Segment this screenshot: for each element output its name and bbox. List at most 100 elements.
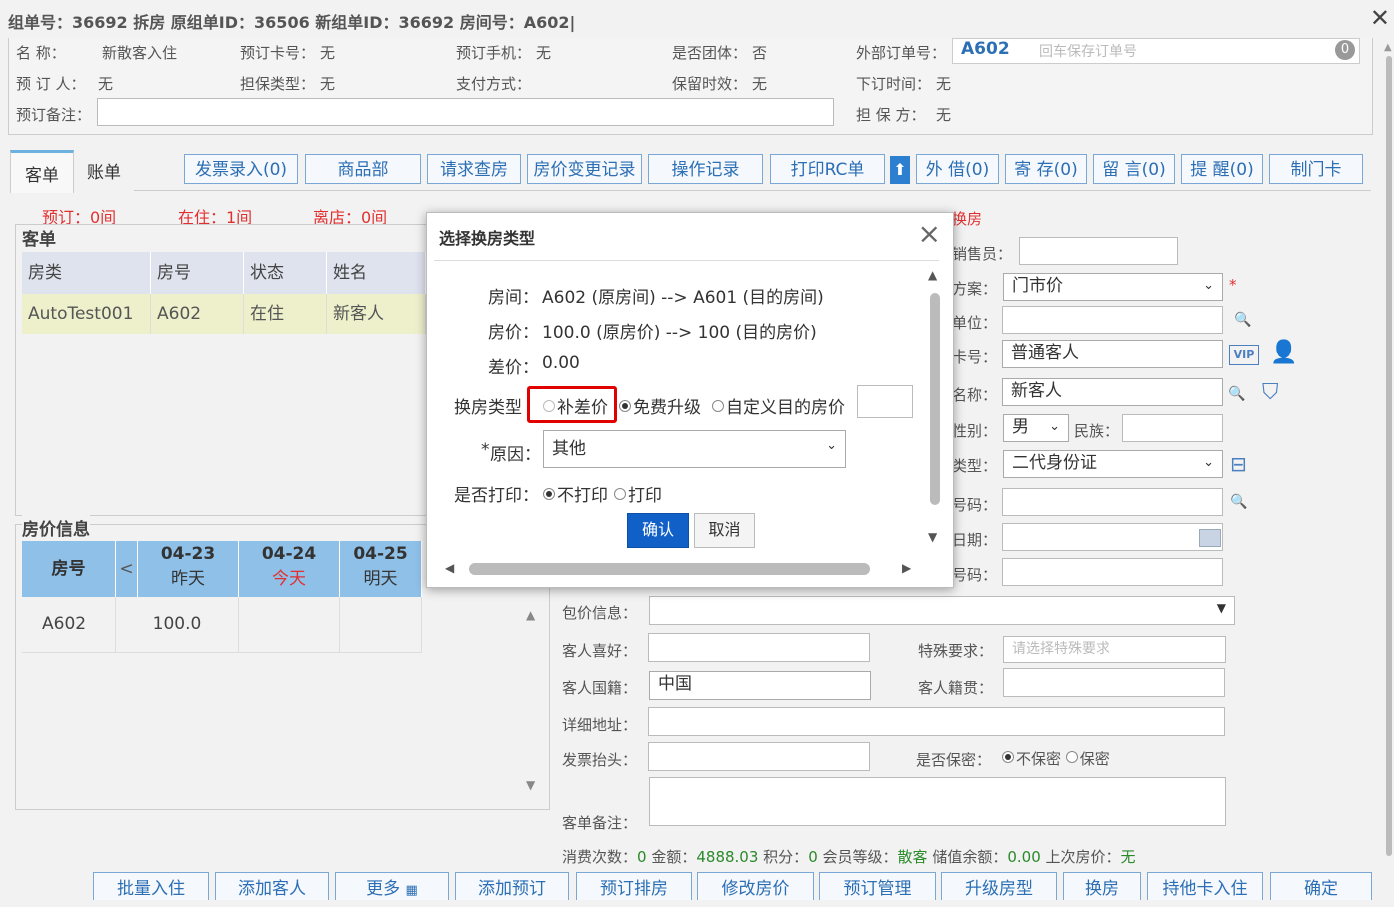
dialog-cancel-button[interactable]: 取消 [694, 513, 755, 548]
date-2: 04-24 [261, 544, 317, 564]
id-type-select[interactable]: 二代身份证 ⌄ [1003, 450, 1223, 478]
type-custom-radio[interactable] [712, 400, 724, 412]
search-icon[interactable]: 🔍 [1230, 494, 1247, 510]
native-input[interactable] [1003, 668, 1225, 697]
vip-icon[interactable]: VIP [1229, 345, 1259, 365]
calendar-icon[interactable] [1199, 529, 1221, 547]
add-booking-button[interactable]: 添加预订 [455, 872, 569, 900]
tab-guest[interactable]: 客单 [10, 150, 74, 193]
tab-bill[interactable]: 账单 [74, 150, 134, 190]
deposit-button[interactable]: 寄 存(0) [1005, 154, 1087, 184]
seller-input[interactable] [1019, 237, 1178, 265]
package-label: 包价信息： [562, 604, 638, 622]
balance-label: 储值余额： [932, 848, 1008, 866]
secret-no-radio[interactable] [1002, 751, 1014, 763]
type-option-free[interactable]: 免费升级 [619, 393, 701, 418]
address-label: 详细地址： [562, 716, 638, 734]
pref-input[interactable] [648, 633, 870, 662]
id-scan-icon[interactable]: ⊟ [1230, 452, 1247, 476]
num-input[interactable] [1002, 558, 1223, 586]
remark-input[interactable] [97, 98, 834, 126]
date-input[interactable] [1002, 523, 1223, 551]
shop-button[interactable]: 商品部 [305, 154, 421, 184]
card-no-input[interactable]: 普通客人 [1002, 340, 1223, 368]
price-empty-1 [239, 597, 340, 652]
ext-order-input[interactable]: A602 回车保存订单号 0 [952, 38, 1360, 64]
type-custom-label: 自定义目的房价 [726, 398, 845, 418]
batch-checkin-button[interactable]: 批量入住 [93, 872, 209, 900]
make-card-button[interactable]: 制门卡 [1269, 154, 1363, 184]
dialog-hscroll-thumb[interactable] [469, 563, 870, 575]
add-user-icon[interactable]: 👤 [1270, 340, 1297, 365]
table-row[interactable]: AutoTest001 A602 在住 新客人 [22, 294, 426, 334]
custom-price-input[interactable] [857, 385, 913, 418]
close-icon[interactable]: ✕ [1370, 4, 1390, 32]
invoice-title-input[interactable] [648, 742, 870, 771]
scroll-up-icon[interactable]: ▲ [1384, 42, 1392, 53]
cell-room-type: AutoTest001 [22, 294, 151, 334]
more-button[interactable]: 更多 ▦ [335, 872, 449, 900]
lend-button[interactable]: 外 借(0) [916, 154, 999, 184]
guest-name-input[interactable]: 新客人 [1002, 378, 1223, 406]
type-option-custom[interactable]: 自定义目的房价 [712, 393, 845, 418]
print-no-radio[interactable] [543, 488, 555, 500]
search-icon[interactable]: 🔍 [1234, 312, 1251, 328]
dialog-vscroll-thumb[interactable] [930, 293, 940, 505]
upgrade-room-button[interactable]: 升级房型 [941, 872, 1057, 900]
dialog-confirm-button[interactable]: 确认 [627, 513, 689, 548]
booking-manage-button[interactable]: 预订管理 [819, 872, 936, 900]
dialog-title: 选择换房类型 [439, 229, 536, 248]
id-no-input[interactable] [1002, 488, 1223, 516]
print-option-yes[interactable]: 打印 [614, 481, 662, 506]
price-scroll-up-icon[interactable]: ▲ [526, 608, 535, 622]
address-input[interactable] [648, 707, 1225, 736]
phone-value: 无 [536, 44, 552, 62]
shield-icon[interactable]: ⛉ [1262, 380, 1279, 405]
group-label: 是否团体： [672, 44, 748, 62]
special-input[interactable]: 请选择特殊要求 [1003, 636, 1226, 663]
nation-input[interactable]: 中国 [649, 671, 871, 700]
pay-label: 支付方式： [456, 75, 532, 93]
other-card-checkin-button[interactable]: 持他卡入住 [1147, 872, 1263, 900]
num-label: 号码： [952, 566, 998, 584]
print-yes-radio[interactable] [614, 488, 626, 500]
invoice-entry-button[interactable]: 发票录入(0) [184, 154, 298, 184]
search-icon[interactable]: 🔍 [1228, 386, 1245, 402]
dialog-close-icon[interactable]: × [918, 217, 941, 250]
prev-date-icon[interactable]: < [116, 541, 138, 597]
request-check-button[interactable]: 请求查房 [427, 154, 521, 184]
price-scroll-down-icon[interactable]: ▼ [526, 778, 535, 792]
arrow-up-icon[interactable]: ⬆ [890, 156, 910, 184]
dialog-scroll-right-icon[interactable]: ▶ [902, 561, 911, 575]
type-free-radio[interactable] [619, 400, 631, 412]
reason-select[interactable]: 其他 ⌄ [543, 430, 846, 468]
unit-input[interactable] [1002, 306, 1223, 334]
booking-assign-button[interactable]: 预订排房 [576, 872, 692, 900]
reminder-button[interactable]: 提 醒(0) [1181, 154, 1263, 184]
scroll-thumb[interactable] [1386, 56, 1392, 856]
add-guest-button[interactable]: 添加客人 [215, 872, 329, 900]
package-select[interactable]: ▼ [649, 596, 1235, 625]
keep-value: 无 [752, 75, 768, 93]
page-scrollbar[interactable]: ▲ [1384, 42, 1394, 900]
guest-remark-textarea[interactable] [649, 777, 1226, 826]
dialog-scroll-down-icon[interactable]: ▼ [928, 530, 937, 544]
operation-log-button[interactable]: 操作记录 [648, 154, 763, 184]
change-room-button[interactable]: 换房 [1063, 872, 1141, 900]
dialog-scroll-up-icon[interactable]: ▲ [928, 268, 937, 282]
price-change-log-button[interactable]: 房价变更记录 [527, 154, 642, 184]
modify-price-button[interactable]: 修改房价 [697, 872, 814, 900]
print-option-no[interactable]: 不打印 [543, 481, 608, 506]
group-value: 否 [752, 44, 768, 62]
chevron-down-icon: ⌄ [826, 438, 837, 453]
message-button[interactable]: 留 言(0) [1093, 154, 1175, 184]
dialog-scroll-left-icon[interactable]: ◀ [445, 561, 454, 575]
plan-select[interactable]: 门市价 ⌄ [1003, 273, 1223, 301]
ethnic-input[interactable] [1122, 414, 1223, 442]
print-rc-button[interactable]: 打印RC单 [770, 154, 885, 184]
guest-name-value: 新客人 [1011, 381, 1062, 401]
ext-order-count-badge: 0 [1335, 40, 1355, 60]
confirm-button[interactable]: 确定 [1270, 872, 1372, 900]
secret-yes-radio[interactable] [1065, 751, 1078, 763]
gender-select[interactable]: 男 ⌄ [1003, 414, 1069, 442]
